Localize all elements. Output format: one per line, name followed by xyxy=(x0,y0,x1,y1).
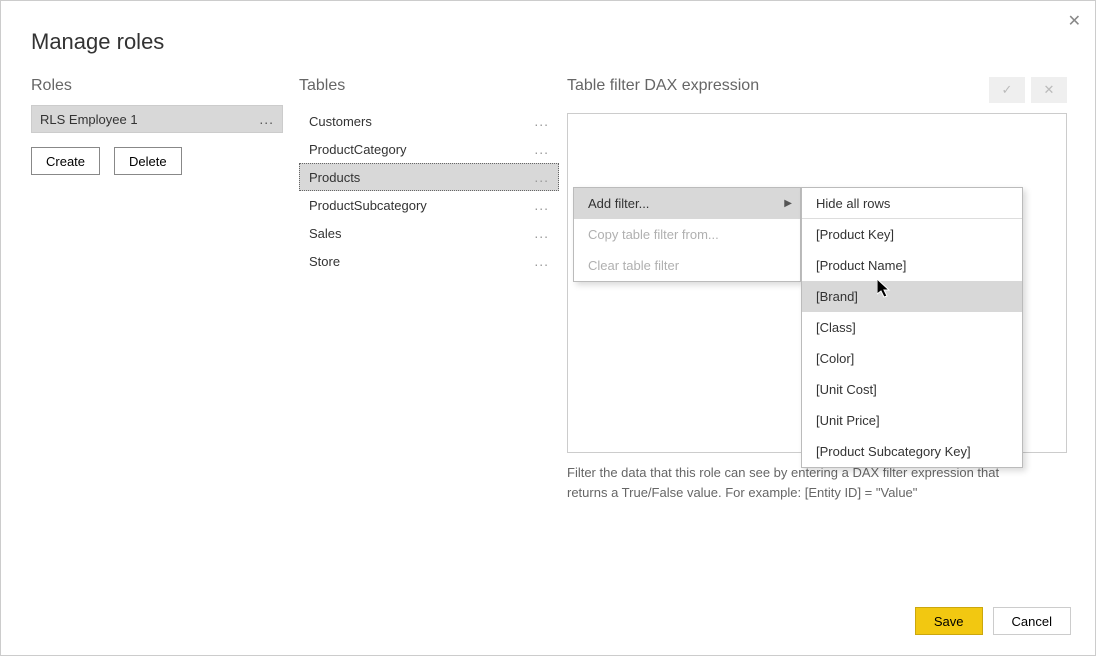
menu-item-copy-filter: Copy table filter from... xyxy=(574,219,800,250)
submenu-item-label: [Class] xyxy=(816,320,856,335)
tables-list: Customers ... ProductCategory ... Produc… xyxy=(299,107,567,275)
roles-list: RLS Employee 1 ... xyxy=(31,105,299,133)
table-label: Sales xyxy=(309,226,342,241)
menu-item-label: Clear table filter xyxy=(588,258,679,273)
role-item-label: RLS Employee 1 xyxy=(40,112,138,127)
submenu-item-label: Hide all rows xyxy=(816,196,890,211)
tables-column: Tables Customers ... ProductCategory ...… xyxy=(299,77,567,502)
dialog-title: Manage roles xyxy=(1,1,1095,55)
table-item-customers[interactable]: Customers ... xyxy=(299,107,559,135)
ellipsis-icon[interactable]: ... xyxy=(534,141,549,157)
chevron-right-icon: ▶ xyxy=(784,198,792,209)
ellipsis-icon[interactable]: ... xyxy=(534,225,549,241)
submenu-item-label: [Product Name] xyxy=(816,258,906,273)
submenu-item-color[interactable]: [Color] xyxy=(802,343,1022,374)
table-context-menu: Add filter... ▶ Copy table filter from..… xyxy=(573,187,801,282)
submenu-item-label: [Unit Price] xyxy=(816,413,880,428)
ellipsis-icon[interactable]: ... xyxy=(534,197,549,213)
submenu-item-label: [Product Key] xyxy=(816,227,894,242)
menu-item-clear-filter: Clear table filter xyxy=(574,250,800,281)
submenu-item-product-subcategory-key[interactable]: [Product Subcategory Key] xyxy=(802,436,1022,467)
table-label: ProductCategory xyxy=(309,142,407,157)
x-icon: ✕ xyxy=(1044,82,1055,98)
submenu-item-unit-price[interactable]: [Unit Price] xyxy=(802,405,1022,436)
table-label: Store xyxy=(309,254,340,269)
create-button[interactable]: Create xyxy=(31,147,100,175)
check-icon: ✓ xyxy=(1002,82,1013,98)
submenu-item-label: [Brand] xyxy=(816,289,858,304)
close-icon[interactable]: ✕ xyxy=(1068,11,1081,31)
submenu-item-unit-cost[interactable]: [Unit Cost] xyxy=(802,374,1022,405)
submenu-item-brand[interactable]: [Brand] xyxy=(802,281,1022,312)
role-item[interactable]: RLS Employee 1 ... xyxy=(31,105,283,133)
menu-item-add-filter[interactable]: Add filter... ▶ xyxy=(574,188,800,219)
menu-item-label: Copy table filter from... xyxy=(588,227,719,242)
roles-heading: Roles xyxy=(31,77,299,95)
dialog-footer: Save Cancel xyxy=(915,607,1071,635)
table-label: Customers xyxy=(309,114,372,129)
submenu-item-label: [Product Subcategory Key] xyxy=(816,444,971,459)
submenu-item-label: [Unit Cost] xyxy=(816,382,877,397)
validate-button[interactable]: ✓ xyxy=(989,77,1025,103)
expression-actions: ✓ ✕ xyxy=(989,77,1067,103)
table-item-sales[interactable]: Sales ... xyxy=(299,219,559,247)
roles-column: Roles RLS Employee 1 ... Create Delete xyxy=(31,77,299,502)
tables-heading: Tables xyxy=(299,77,567,95)
menu-item-label: Add filter... xyxy=(588,196,649,211)
ellipsis-icon[interactable]: ... xyxy=(534,169,549,185)
submenu-item-hide-all[interactable]: Hide all rows xyxy=(802,188,1022,219)
expression-heading: Table filter DAX expression xyxy=(567,77,759,95)
table-label: ProductSubcategory xyxy=(309,198,427,213)
revert-button[interactable]: ✕ xyxy=(1031,77,1067,103)
table-item-products[interactable]: Products ... xyxy=(299,163,559,191)
delete-button[interactable]: Delete xyxy=(114,147,182,175)
submenu-item-label: [Color] xyxy=(816,351,854,366)
role-buttons: Create Delete xyxy=(31,147,299,175)
ellipsis-icon[interactable]: ... xyxy=(259,111,274,127)
submenu-item-product-key[interactable]: [Product Key] xyxy=(802,219,1022,250)
ellipsis-icon[interactable]: ... xyxy=(534,113,549,129)
submenu-item-product-name[interactable]: [Product Name] xyxy=(802,250,1022,281)
table-item-productsubcategory[interactable]: ProductSubcategory ... xyxy=(299,191,559,219)
expression-header: Table filter DAX expression ✓ ✕ xyxy=(567,77,1067,103)
cancel-button[interactable]: Cancel xyxy=(993,607,1071,635)
submenu-item-class[interactable]: [Class] xyxy=(802,312,1022,343)
table-item-productcategory[interactable]: ProductCategory ... xyxy=(299,135,559,163)
expression-hint: Filter the data that this role can see b… xyxy=(567,463,1037,502)
ellipsis-icon[interactable]: ... xyxy=(534,253,549,269)
table-item-store[interactable]: Store ... xyxy=(299,247,559,275)
add-filter-submenu: Hide all rows [Product Key] [Product Nam… xyxy=(801,187,1023,468)
save-button[interactable]: Save xyxy=(915,607,983,635)
table-label: Products xyxy=(309,170,360,185)
